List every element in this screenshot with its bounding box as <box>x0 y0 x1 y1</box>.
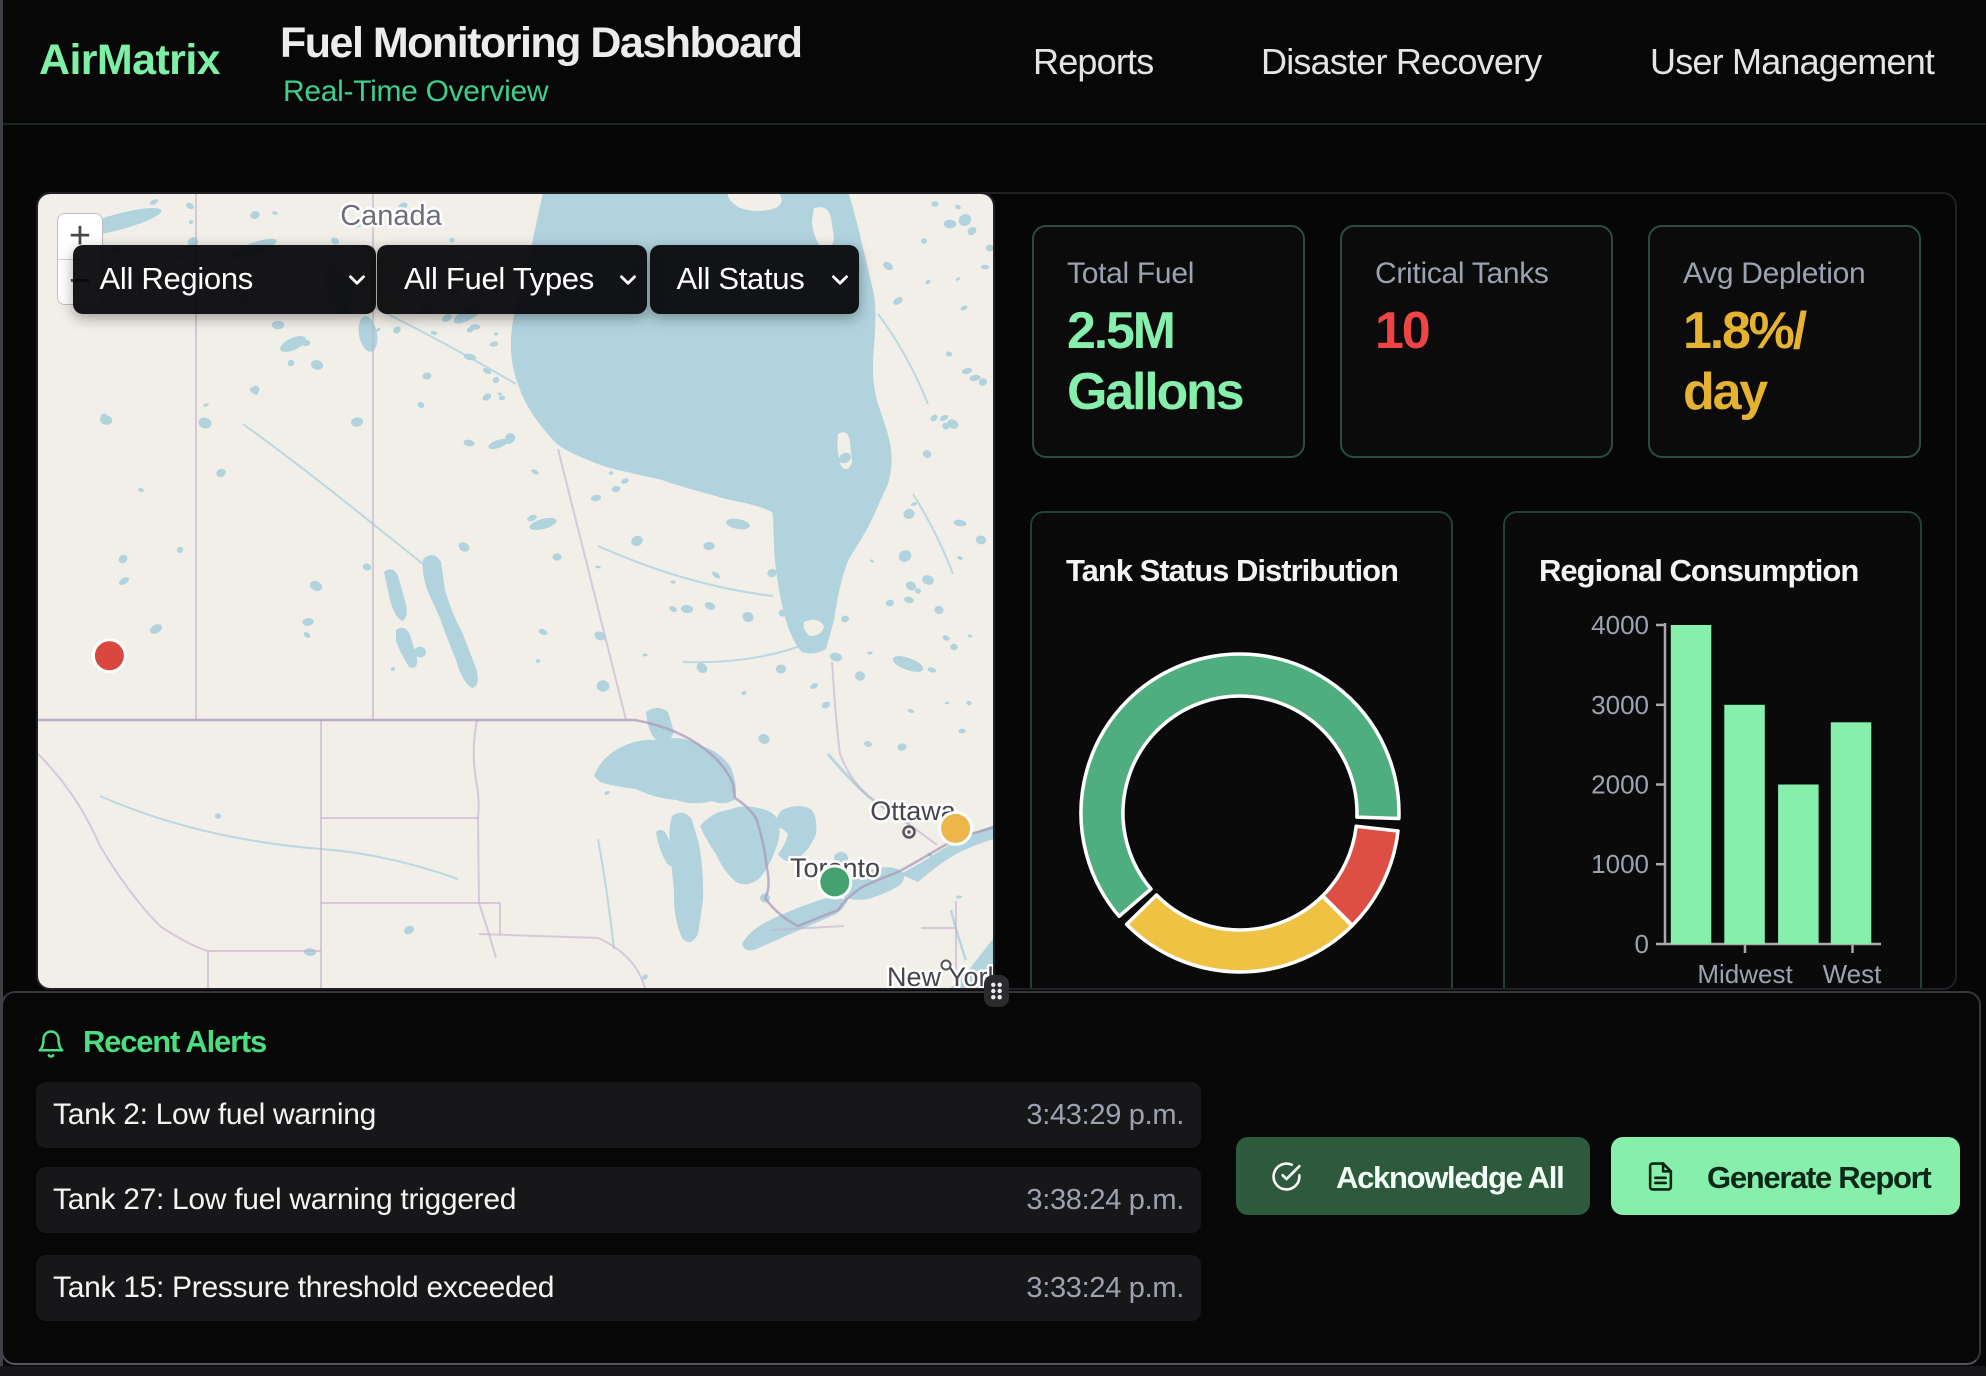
svg-text:Midwest: Midwest <box>1697 959 1793 989</box>
svg-text:0: 0 <box>1635 929 1649 959</box>
svg-text:Canada: Canada <box>340 200 442 232</box>
svg-text:3000: 3000 <box>1591 690 1649 720</box>
svg-text:West: West <box>1823 959 1883 989</box>
svg-text:4000: 4000 <box>1591 610 1649 640</box>
svg-text:2000: 2000 <box>1591 770 1649 800</box>
svg-text:1000: 1000 <box>1591 849 1649 879</box>
